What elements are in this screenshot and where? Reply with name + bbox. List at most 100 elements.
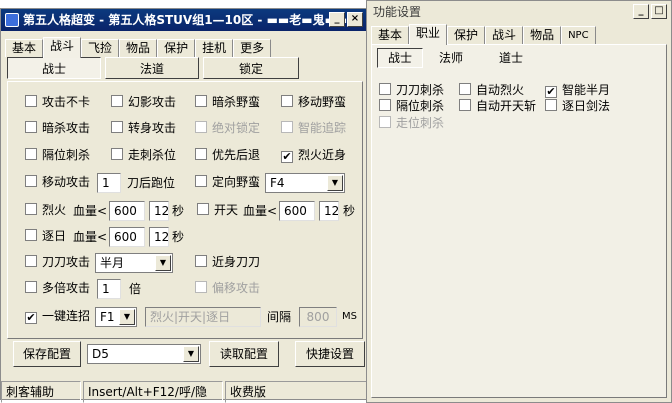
tab-items[interactable]: 物品 — [119, 39, 158, 57]
open-sky-sec-input[interactable]: 12 — [319, 201, 339, 221]
tab-basic[interactable]: 基本 — [5, 39, 44, 57]
tab-basic[interactable]: 基本 — [371, 26, 410, 44]
blade-stab-checkbox[interactable]: 刀刀刺杀 — [379, 83, 444, 98]
fire-hp-input[interactable]: 600 — [109, 201, 145, 221]
chase-sun-sword-checkbox[interactable]: 逐日剑法 — [545, 99, 610, 114]
phantom-attack-checkbox[interactable]: 幻影攻击 — [111, 95, 176, 110]
smart-track-checkbox[interactable]: 智能追踪 — [281, 121, 346, 136]
save-config-button[interactable]: 保存配置 — [13, 341, 81, 367]
priority-retreat-checkbox[interactable]: 优先后退 — [195, 148, 260, 163]
main-titlebar[interactable]: 第五人格超变 - 第五人格STUV组1—10区 - ▬▬老▬鬼▬▬ _ × — [1, 9, 367, 31]
subtab-lock[interactable]: 锁定 — [203, 57, 299, 79]
tab-items[interactable]: 物品 — [523, 26, 562, 44]
chase-sun-checkbox[interactable]: 逐日 — [25, 229, 66, 244]
tab-pickup[interactable]: 飞捡 — [81, 39, 120, 57]
read-config-button[interactable]: 读取配置 — [209, 341, 279, 367]
quick-settings-button[interactable]: 快捷设置 — [295, 341, 365, 367]
subtab-warrior[interactable]: 战士 — [377, 48, 423, 68]
checkbox-box[interactable] — [195, 255, 207, 267]
walk-stab-checkbox[interactable]: 走刺杀位 — [111, 148, 176, 163]
minimize-button[interactable]: _ — [633, 4, 649, 19]
auto-open-sky-checkbox[interactable]: 自动开天斩 — [459, 99, 536, 114]
checkbox-box[interactable] — [281, 121, 293, 133]
checkbox-box[interactable] — [281, 95, 293, 107]
turn-attack-checkbox[interactable]: 转身攻击 — [111, 121, 176, 136]
checkbox-box[interactable] — [379, 116, 391, 128]
move-attack-count-input[interactable]: 1 — [97, 173, 121, 193]
checkbox-box[interactable] — [25, 255, 37, 267]
cross-stab-checkbox[interactable]: 隔位刺杀 — [25, 148, 90, 163]
checkbox-box[interactable] — [111, 148, 123, 160]
multi-attack-count-input[interactable]: 1 — [97, 279, 121, 299]
chase-sun-hp-input[interactable]: 600 — [109, 227, 145, 247]
checkbox-box[interactable] — [25, 148, 37, 160]
checkbox-box[interactable] — [195, 175, 207, 187]
move-attack-checkbox[interactable]: 移动攻击 — [25, 175, 90, 190]
chevron-down-icon[interactable]: ▼ — [327, 175, 343, 191]
checkbox-box[interactable] — [379, 83, 391, 95]
tab-class[interactable]: 职业 — [409, 24, 448, 45]
offset-attack-checkbox[interactable]: 偏移攻击 — [195, 281, 260, 296]
subtab-mage-taoist[interactable]: 法道 — [105, 57, 199, 79]
checkbox-box[interactable] — [25, 229, 37, 241]
absolute-lock-checkbox[interactable]: 绝对锁定 — [195, 121, 260, 136]
tab-npc[interactable]: NPC — [561, 26, 596, 44]
smart-half-moon-checkbox[interactable]: ✔ 智能半月 — [545, 83, 610, 98]
multi-attack-checkbox[interactable]: 多倍攻击 — [25, 281, 90, 296]
checkbox-box[interactable] — [25, 95, 37, 107]
checkbox-box[interactable] — [195, 281, 207, 293]
chevron-down-icon[interactable]: ▼ — [119, 309, 135, 325]
tab-more[interactable]: 更多 — [233, 39, 272, 57]
open-sky-checkbox[interactable]: 开天 — [197, 203, 238, 218]
fire-sec-input[interactable]: 12 — [149, 201, 169, 221]
checkbox-box[interactable] — [25, 175, 37, 187]
maximize-button[interactable]: □ — [651, 4, 667, 19]
combo-hotkey-select[interactable]: F1 ▼ — [95, 307, 137, 327]
checkbox-box[interactable] — [195, 95, 207, 107]
checkbox-box[interactable] — [25, 281, 37, 293]
open-sky-hp-input[interactable]: 600 — [279, 201, 315, 221]
combo-key-checkbox[interactable]: ✔ 一键连招 — [25, 309, 90, 324]
chevron-down-icon[interactable]: ▼ — [155, 255, 171, 271]
fire-close-checkbox[interactable]: ✔ 烈火近身 — [281, 148, 346, 163]
checkmark-icon[interactable]: ✔ — [281, 151, 293, 163]
cross-stab-checkbox[interactable]: 隔位刺杀 — [379, 99, 444, 114]
checkbox-box[interactable] — [195, 121, 207, 133]
tab-protect[interactable]: 保护 — [447, 26, 486, 44]
subtab-taoist[interactable]: 道士 — [499, 50, 523, 66]
checkbox-box[interactable] — [111, 121, 123, 133]
combo-skills-input[interactable]: 烈火|开天|逐日 — [145, 307, 261, 327]
minimize-button[interactable]: _ — [329, 12, 345, 27]
checkbox-box[interactable] — [25, 203, 37, 215]
blade-attack-checkbox[interactable]: 刀刀攻击 — [25, 255, 90, 270]
interval-input[interactable]: 800 — [299, 307, 337, 327]
checkmark-icon[interactable]: ✔ — [545, 86, 557, 98]
tab-protect[interactable]: 保护 — [157, 39, 196, 57]
checkbox-box[interactable] — [197, 203, 209, 215]
chevron-down-icon[interactable]: ▼ — [183, 346, 199, 362]
close-button[interactable]: × — [347, 12, 363, 27]
config-name-select[interactable]: D5 ▼ — [87, 344, 201, 364]
checkmark-icon[interactable]: ✔ — [25, 312, 37, 324]
attack-no-stuck-checkbox[interactable]: 攻击不卡 — [25, 95, 90, 110]
checkbox-box[interactable] — [111, 95, 123, 107]
checkbox-box[interactable] — [195, 148, 207, 160]
tab-idle[interactable]: 挂机 — [195, 39, 234, 57]
checkbox-box[interactable] — [25, 121, 37, 133]
tab-combat[interactable]: 战斗 — [43, 37, 82, 58]
directed-savage-checkbox[interactable]: 定向野蛮 — [195, 175, 260, 190]
tab-combat[interactable]: 战斗 — [485, 26, 524, 44]
checkbox-box[interactable] — [379, 99, 391, 111]
checkbox-box[interactable] — [545, 99, 557, 111]
chase-sun-sec-input[interactable]: 12 — [149, 227, 169, 247]
walk-stab-checkbox[interactable]: 走位刺杀 — [379, 116, 444, 131]
subtab-mage[interactable]: 法师 — [439, 50, 463, 66]
checkbox-box[interactable] — [459, 99, 471, 111]
checkbox-box[interactable] — [459, 83, 471, 95]
func-titlebar[interactable]: 功能设置 _ □ — [367, 1, 671, 23]
directed-savage-key-select[interactable]: F4 ▼ — [265, 173, 345, 193]
subtab-warrior[interactable]: 战士 — [7, 57, 101, 79]
move-savage-checkbox[interactable]: 移动野蛮 — [281, 95, 346, 110]
assassinate-savage-checkbox[interactable]: 暗杀野蛮 — [195, 95, 260, 110]
blade-mode-select[interactable]: 半月 ▼ — [95, 253, 173, 273]
